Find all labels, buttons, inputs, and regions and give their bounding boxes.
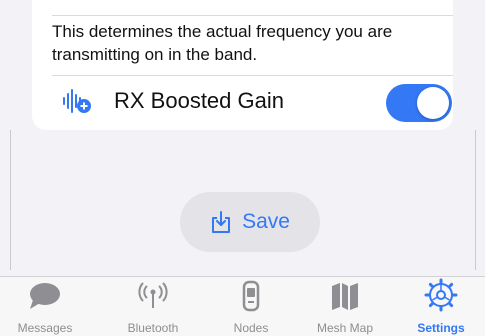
tab-bar: Messages Bluetooth Nodes Mesh Map Settin…: [0, 276, 485, 336]
frequency-description: This determines the actual frequency you…: [52, 22, 393, 64]
save-label: Save: [242, 210, 290, 233]
rx-boosted-gain-toggle[interactable]: [386, 84, 452, 122]
map-icon: [327, 280, 363, 317]
separator: [52, 75, 453, 76]
settings-card: This determines the actual frequency you…: [32, 0, 453, 130]
toggle-knob: [417, 87, 449, 119]
tab-label: Settings: [417, 321, 465, 335]
gear-icon: [423, 278, 459, 317]
device-icon: [233, 280, 269, 317]
save-button[interactable]: Save: [180, 192, 320, 252]
antenna-icon: [135, 280, 171, 317]
tab-bluetooth[interactable]: Bluetooth: [108, 281, 198, 336]
edge-line: [10, 130, 11, 270]
tab-label: Mesh Map: [316, 321, 374, 335]
chat-bubble-icon: [27, 280, 63, 317]
tab-label: Bluetooth: [127, 321, 179, 335]
tab-messages[interactable]: Messages: [0, 281, 90, 336]
tab-mesh-map[interactable]: Mesh Map: [300, 281, 390, 336]
tab-settings[interactable]: Settings: [396, 278, 485, 336]
waveform-plus-icon: [62, 88, 92, 114]
save-download-icon: [210, 210, 232, 234]
separator: [52, 15, 453, 16]
edge-line: [475, 130, 476, 270]
tab-label: Messages: [17, 321, 73, 335]
tab-label: Nodes: [233, 321, 269, 335]
rx-boosted-gain-label: RX Boosted Gain: [114, 88, 284, 113]
tab-nodes[interactable]: Nodes: [206, 280, 296, 336]
